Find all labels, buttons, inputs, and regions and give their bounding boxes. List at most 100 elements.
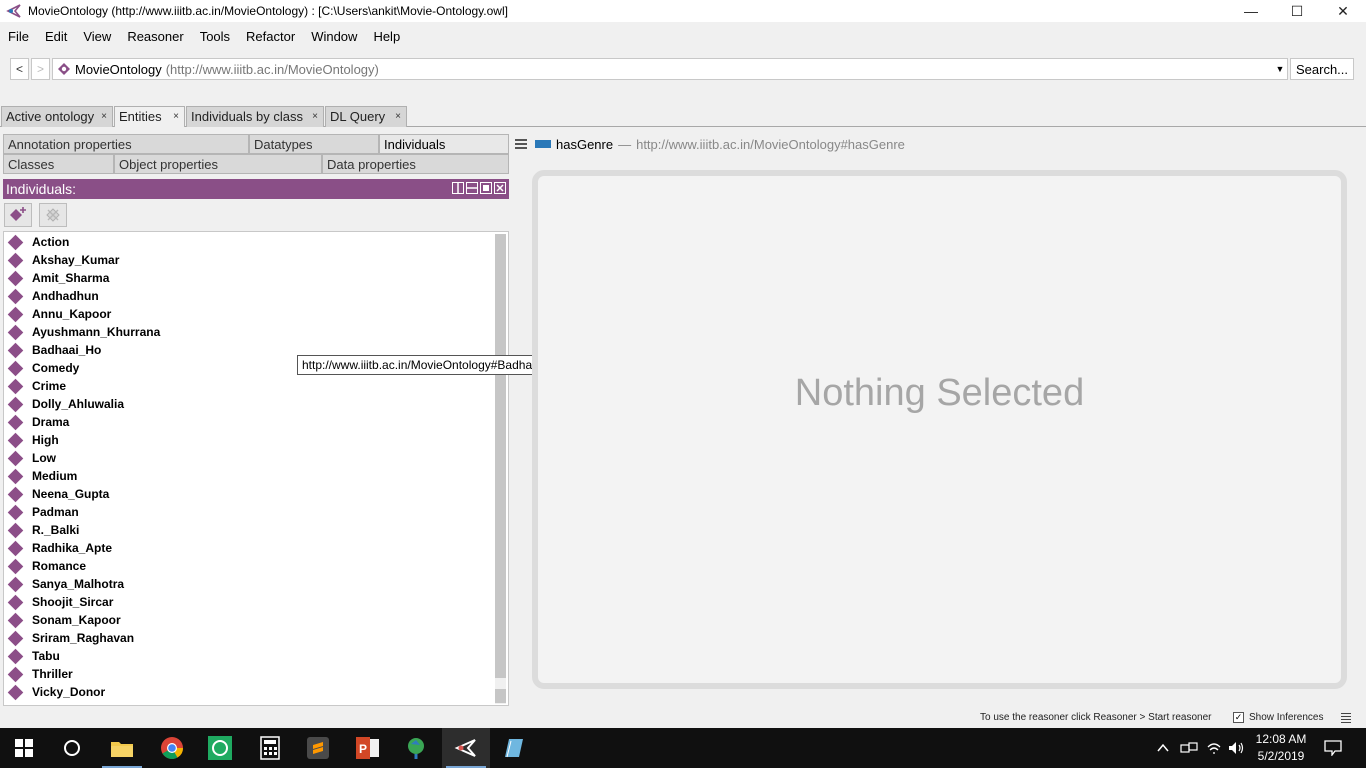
status-menu-icon[interactable]: [1341, 713, 1351, 723]
scrollbar-lower-segment[interactable]: [495, 689, 506, 703]
list-item[interactable]: Tabu: [4, 647, 60, 665]
list-item[interactable]: Crime: [4, 377, 66, 395]
list-item[interactable]: Padman: [4, 503, 79, 521]
list-item[interactable]: Shoojit_Sircar: [4, 593, 113, 611]
list-item[interactable]: Drama: [4, 413, 69, 431]
tab-annotation-properties[interactable]: Annotation properties: [3, 134, 249, 154]
list-item[interactable]: Badhaai_Ho: [4, 341, 101, 359]
list-item[interactable]: Low: [4, 449, 56, 467]
list-item[interactable]: Ayushmann_Khurrana: [4, 323, 160, 341]
split-vertical-icon[interactable]: [452, 182, 464, 194]
sublime-text-taskbar-button[interactable]: [294, 728, 342, 768]
individual-label: Action: [32, 235, 70, 249]
delete-individual-button[interactable]: [39, 203, 67, 227]
split-horizontal-icon[interactable]: [466, 182, 478, 194]
list-item[interactable]: Thriller: [4, 665, 73, 683]
menu-file[interactable]: File: [2, 26, 35, 48]
system-clock[interactable]: 12:08 AM 5/2/2019: [1252, 731, 1310, 765]
tab-close-icon[interactable]: ×: [395, 107, 401, 127]
file-explorer-taskbar-button[interactable]: [98, 728, 146, 768]
minimize-button[interactable]: —: [1228, 0, 1274, 22]
list-item[interactable]: Romance: [4, 557, 86, 575]
close-button[interactable]: ✕: [1320, 0, 1366, 22]
start-button[interactable]: [0, 728, 48, 768]
protege-window: MovieOntology (http://www.iiitb.ac.in/Mo…: [0, 0, 1366, 768]
add-individual-button[interactable]: [4, 203, 32, 227]
back-button[interactable]: <: [10, 58, 29, 80]
individual-label: Ayushmann_Khurrana: [32, 325, 161, 339]
show-inferences-checkbox[interactable]: ✓: [1233, 712, 1244, 723]
individual-label: Thriller: [32, 667, 73, 681]
individual-label: High: [32, 433, 59, 447]
hamburger-menu-icon[interactable]: [515, 139, 527, 149]
list-item[interactable]: Dolly_Ahluwalia: [4, 395, 124, 413]
tab-close-icon[interactable]: ×: [312, 107, 318, 127]
notification-icon: [1324, 740, 1342, 756]
menu-view[interactable]: View: [77, 26, 117, 48]
menu-edit[interactable]: Edit: [39, 26, 73, 48]
list-item[interactable]: Andhadhun: [4, 287, 99, 305]
whatsapp-taskbar-button[interactable]: [196, 728, 244, 768]
menu-reasoner[interactable]: Reasoner: [121, 26, 189, 48]
tab-data-properties[interactable]: Data properties: [322, 154, 509, 174]
panel-view-controls: [452, 182, 506, 194]
ontology-selector[interactable]: MovieOntology (http://www.iiitb.ac.in/Mo…: [52, 58, 1288, 80]
search-button[interactable]: Search...: [1290, 58, 1354, 80]
list-item[interactable]: Action: [4, 233, 69, 251]
individual-label: Annu_Kapoor: [32, 307, 112, 321]
individual-diamond-icon: [7, 252, 24, 268]
list-item[interactable]: Comedy: [4, 359, 79, 377]
individual-diamond-icon: [7, 360, 24, 376]
list-item[interactable]: High: [4, 431, 59, 449]
network-icon[interactable]: [1180, 741, 1198, 755]
tab-close-icon[interactable]: ×: [173, 107, 179, 127]
scrollbar[interactable]: [495, 234, 506, 704]
list-item[interactable]: Annu_Kapoor: [4, 305, 111, 323]
chrome-taskbar-button[interactable]: [148, 728, 196, 768]
list-item[interactable]: Neena_Gupta: [4, 485, 109, 503]
list-item[interactable]: Sanya_Malhotra: [4, 575, 124, 593]
individual-label: Radhika_Apte: [32, 541, 113, 555]
list-item[interactable]: Sonam_Kapoor: [4, 611, 121, 629]
list-item[interactable]: Amit_Sharma: [4, 269, 109, 287]
individual-label: Sriram_Raghavan: [32, 631, 135, 645]
powerpoint-taskbar-button[interactable]: P: [344, 728, 392, 768]
menu-help[interactable]: Help: [367, 26, 406, 48]
notebook-taskbar-button[interactable]: [490, 728, 538, 768]
maximize-button[interactable]: ☐: [1274, 0, 1320, 22]
forward-button[interactable]: >: [31, 58, 50, 80]
tab-individuals-by-class[interactable]: Individuals by class ×: [186, 106, 324, 127]
list-item[interactable]: Radhika_Apte: [4, 539, 112, 557]
ontology-name: MovieOntology: [75, 61, 162, 77]
app-taskbar-button[interactable]: [392, 728, 440, 768]
tab-dl-query[interactable]: DL Query ×: [325, 106, 407, 127]
volume-icon[interactable]: [1228, 741, 1246, 755]
list-item[interactable]: Akshay_Kumar: [4, 251, 119, 269]
protege-taskbar-button[interactable]: [442, 728, 490, 768]
menu-window[interactable]: Window: [305, 26, 363, 48]
close-view-icon[interactable]: [494, 182, 506, 194]
dropdown-arrow-icon[interactable]: ▼: [1275, 63, 1285, 75]
list-item[interactable]: R._Balki: [4, 521, 79, 539]
search-taskbar-button[interactable]: [48, 728, 96, 768]
tab-datatypes[interactable]: Datatypes: [249, 134, 379, 154]
individuals-list[interactable]: Action Akshay_Kumar Amit_Sharma Andhadhun An…: [3, 231, 509, 706]
calculator-taskbar-button[interactable]: [246, 728, 294, 768]
protege-logo-icon: [6, 3, 22, 19]
tab-individuals[interactable]: Individuals: [379, 134, 509, 154]
list-item[interactable]: Sriram_Raghavan: [4, 629, 134, 647]
wifi-icon[interactable]: [1206, 741, 1222, 755]
chevron-up-icon[interactable]: [1156, 741, 1170, 755]
tab-active-ontology[interactable]: Active ontology ×: [1, 106, 113, 127]
action-center-button[interactable]: [1310, 728, 1356, 768]
tab-object-properties[interactable]: Object properties: [114, 154, 322, 174]
scrollbar-thumb[interactable]: [495, 234, 506, 678]
maximize-view-icon[interactable]: [480, 182, 492, 194]
tab-classes[interactable]: Classes: [3, 154, 114, 174]
tab-close-icon[interactable]: ×: [101, 107, 107, 127]
list-item[interactable]: Vicky_Donor: [4, 683, 105, 701]
tab-entities[interactable]: Entities ×: [114, 106, 185, 127]
list-item[interactable]: Medium: [4, 467, 77, 485]
menu-refactor[interactable]: Refactor: [240, 26, 301, 48]
menu-tools[interactable]: Tools: [194, 26, 236, 48]
